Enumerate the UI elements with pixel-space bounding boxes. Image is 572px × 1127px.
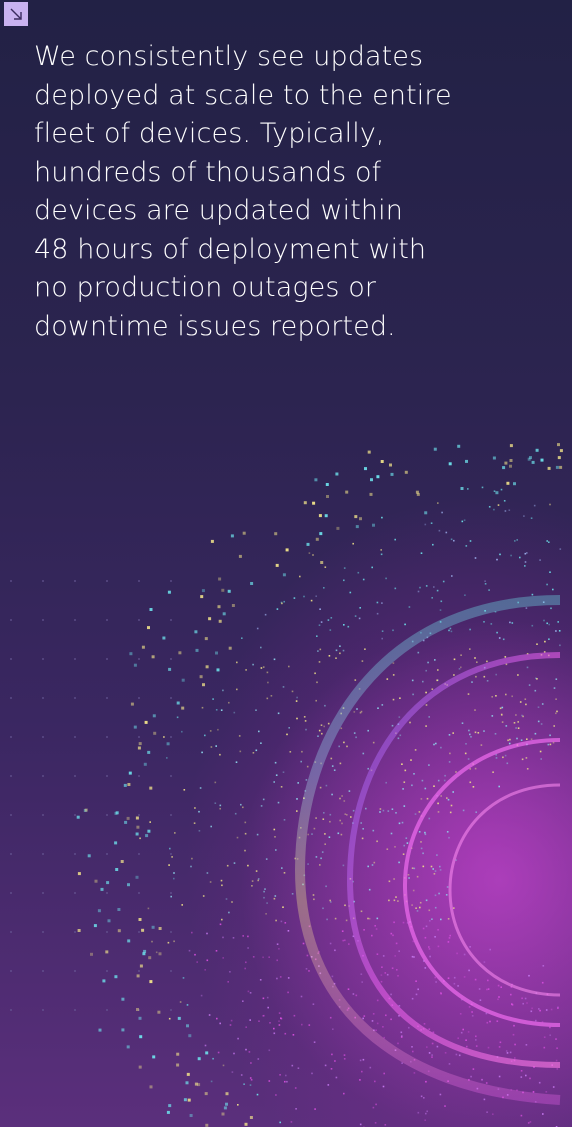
- expand-corner-button[interactable]: [4, 2, 28, 26]
- testimonial-quote: We consistently see updates deployed at …: [34, 38, 534, 346]
- quote-line: hundreds of thousands of: [34, 156, 382, 188]
- quote-line: no production outages or: [34, 272, 377, 303]
- quote-line: downtime issues reported.: [34, 310, 396, 342]
- arrow-down-right-icon: [10, 8, 22, 20]
- quote-line: deployed at scale to the entire: [34, 79, 452, 111]
- quote-line: We consistently see updates: [34, 41, 424, 72]
- quote-line: devices are updated within: [34, 195, 403, 226]
- quote-line: 48 hours of deployment with: [34, 233, 427, 265]
- particle-swirl-illustration: [10, 443, 572, 1127]
- dot-grid-decoration: [10, 580, 172, 1011]
- quote-line: fleet of devices. Typically,: [34, 118, 385, 149]
